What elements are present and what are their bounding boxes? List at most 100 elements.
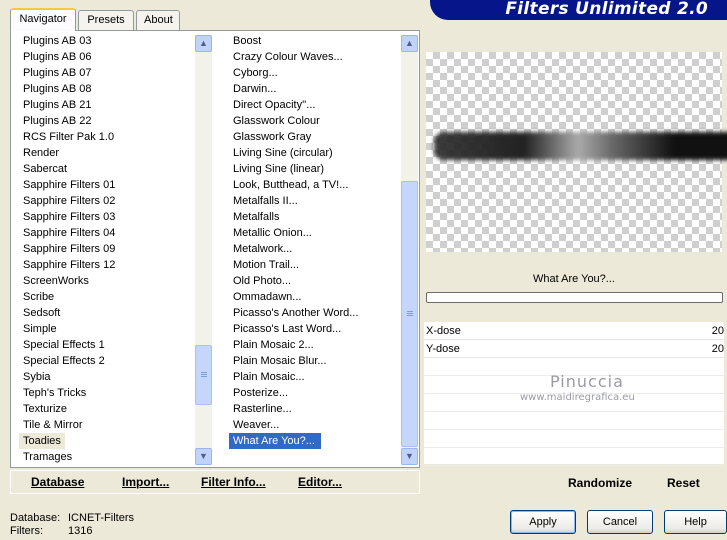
filter-item[interactable]: Weaver... (229, 417, 405, 433)
category-item[interactable]: Special Effects 1 (19, 337, 205, 353)
filter-item[interactable]: Old Photo... (229, 273, 405, 289)
param-value[interactable]: 20 (712, 340, 724, 358)
help-button[interactable]: Help (664, 510, 727, 534)
param-row-y-dose[interactable]: Y-dose 20 (424, 340, 724, 358)
category-item[interactable]: RCS Filter Pak 1.0 (19, 129, 205, 145)
filter-item[interactable]: Ommadawn... (229, 289, 405, 305)
category-item[interactable]: Sapphire Filters 01 (19, 177, 205, 193)
filter-item[interactable]: Cyborg... (229, 65, 405, 81)
filter-item-label: Rasterline... (233, 403, 292, 415)
filters-label: Filters: (10, 525, 43, 537)
filter-item[interactable]: Metalfalls (229, 209, 405, 225)
navigator-panel: Plugins AB 03 Plugins AB 06 Plugins AB 07 P… (10, 30, 420, 468)
category-item[interactable]: ScreenWorks (19, 273, 205, 289)
category-item-label: Render (23, 147, 60, 159)
category-item[interactable]: Plugins AB 07 (19, 65, 205, 81)
filter-item[interactable]: Direct Opacity''... (229, 97, 405, 113)
filter-item[interactable]: Darwin... (229, 81, 405, 97)
tab-presets[interactable]: Presets (78, 10, 134, 30)
param-value[interactable]: 20 (712, 322, 724, 340)
editor-button[interactable]: Editor... (298, 475, 342, 489)
category-item-label: Plugins AB 08 (23, 83, 92, 95)
filter-item[interactable]: Glasswork Gray (229, 129, 405, 145)
category-item-label: Sapphire Filters 12 (23, 259, 116, 271)
filter-item[interactable]: Glasswork Colour (229, 113, 405, 129)
param-label: X-dose (426, 325, 461, 337)
category-item[interactable]: Sedsoft (19, 305, 205, 321)
param-row-empty (424, 412, 724, 430)
filter-item[interactable]: Look, Butthead, a TV!... (229, 177, 405, 193)
filter-item[interactable]: Rasterline... (229, 401, 405, 417)
category-scrollbar[interactable]: ▲ ▼ (195, 35, 212, 465)
category-item[interactable]: Sapphire Filters 04 (19, 225, 205, 241)
category-item[interactable]: Plugins AB 22 (19, 113, 205, 129)
param-row-x-dose[interactable]: X-dose 20 (424, 322, 724, 340)
progress-bar (426, 292, 723, 303)
filter-scrollbar[interactable]: ▲ ▼ (401, 35, 418, 465)
category-item[interactable]: Tramages (19, 449, 205, 465)
filter-preview[interactable] (426, 52, 727, 252)
category-item[interactable]: Sybia (19, 369, 205, 385)
scroll-up-arrow-icon[interactable]: ▲ (401, 35, 418, 52)
filter-item[interactable]: Picasso's Another Word... (229, 305, 405, 321)
filter-list[interactable]: Boost Crazy Colour Waves... Cyborg... Darwi… (229, 33, 405, 467)
scroll-up-arrow-icon[interactable]: ▲ (195, 35, 212, 52)
category-item[interactable]: Sapphire Filters 12 (19, 257, 205, 273)
filter-item[interactable]: Plain Mosaic 2... (229, 337, 405, 353)
filter-item[interactable]: Metalfalls II... (229, 193, 405, 209)
cancel-button[interactable]: Cancel (587, 510, 653, 534)
filter-item[interactable]: Motion Trail... (229, 257, 405, 273)
filter-item-label: Posterize... (233, 387, 289, 399)
scroll-thumb[interactable] (195, 345, 212, 405)
category-item[interactable]: Sapphire Filters 03 (19, 209, 205, 225)
category-item[interactable]: Plugins AB 06 (19, 49, 205, 65)
filter-item-label: Living Sine (circular) (233, 147, 333, 159)
filter-item[interactable]: Boost (229, 33, 405, 49)
category-item[interactable]: Render (19, 145, 205, 161)
category-item-label: Sapphire Filters 09 (23, 243, 116, 255)
category-item[interactable]: Simple (19, 321, 205, 337)
filter-item[interactable]: Metalwork... (229, 241, 405, 257)
category-item-label: Plugins AB 22 (23, 115, 92, 127)
filter-item[interactable]: Living Sine (circular) (229, 145, 405, 161)
category-item[interactable]: Plugins AB 21 (19, 97, 205, 113)
database-button[interactable]: Database (31, 475, 84, 489)
category-item[interactable]: Sapphire Filters 09 (19, 241, 205, 257)
category-item[interactable]: Toadies (19, 433, 205, 449)
filters-count: 1316 (68, 525, 93, 537)
filter-item-label: Metalfalls II... (233, 195, 298, 207)
category-item[interactable]: Scribe (19, 289, 205, 305)
category-item[interactable]: Plugins AB 03 (19, 33, 205, 49)
category-item[interactable]: Texturize (19, 401, 205, 417)
category-list[interactable]: Plugins AB 03 Plugins AB 06 Plugins AB 07 P… (19, 33, 205, 467)
filter-info-button[interactable]: Filter Info... (201, 475, 266, 489)
import-button[interactable]: Import... (122, 475, 169, 489)
category-item[interactable]: Teph's Tricks (19, 385, 205, 401)
category-item-label: Scribe (23, 291, 55, 303)
filter-item[interactable]: Plain Mosaic... (229, 369, 405, 385)
reset-button[interactable]: Reset (667, 476, 700, 490)
filter-item[interactable]: Posterize... (229, 385, 405, 401)
category-item[interactable]: Plugins AB 08 (19, 81, 205, 97)
filter-item[interactable]: Metallic Onion... (229, 225, 405, 241)
category-item[interactable]: Sabercat (19, 161, 205, 177)
filter-item[interactable]: Living Sine (linear) (229, 161, 405, 177)
filter-item-label: Look, Butthead, a TV!... (233, 179, 349, 191)
category-item-label: Texturize (23, 403, 68, 415)
filter-item[interactable]: What Are You?... (229, 433, 405, 449)
randomize-button[interactable]: Randomize (568, 476, 632, 490)
filter-item[interactable]: Crazy Colour Waves... (229, 49, 405, 65)
tab-about[interactable]: About (136, 10, 180, 30)
category-item-label: ScreenWorks (23, 275, 89, 287)
tab-navigator[interactable]: Navigator (10, 8, 76, 31)
category-item[interactable]: Special Effects 2 (19, 353, 205, 369)
filter-item[interactable]: Plain Mosaic Blur... (229, 353, 405, 369)
category-item[interactable]: Tile & Mirror (19, 417, 205, 433)
apply-button[interactable]: Apply (510, 510, 576, 534)
scroll-thumb[interactable] (401, 181, 418, 447)
category-item-label: Sapphire Filters 03 (23, 211, 116, 223)
scroll-down-arrow-icon[interactable]: ▼ (195, 448, 212, 465)
filter-item[interactable]: Picasso's Last Word... (229, 321, 405, 337)
category-item[interactable]: Sapphire Filters 02 (19, 193, 205, 209)
scroll-down-arrow-icon[interactable]: ▼ (401, 448, 418, 465)
